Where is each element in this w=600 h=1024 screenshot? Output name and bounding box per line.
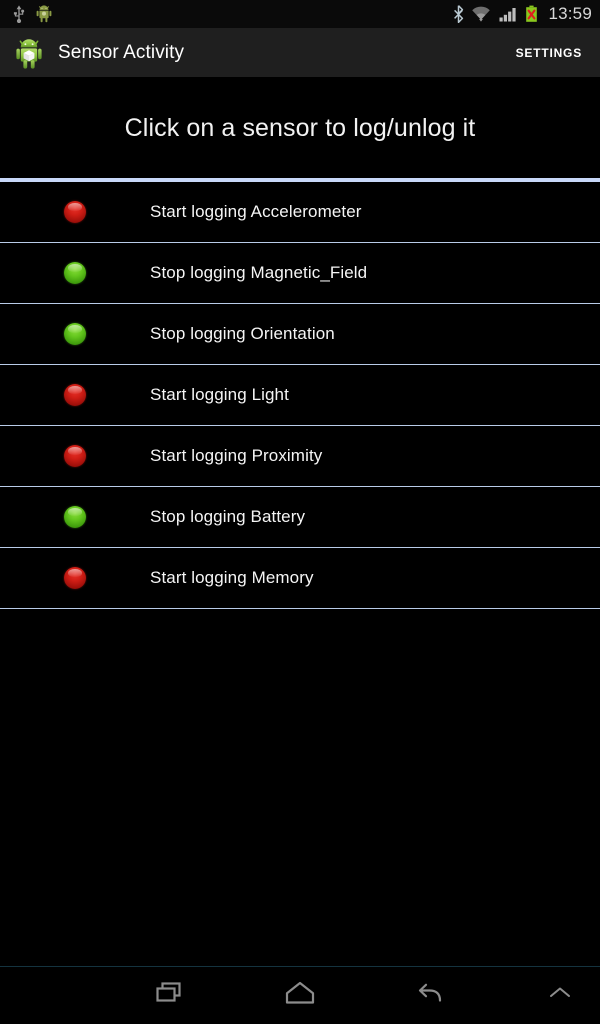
sensor-row[interactable]: Start logging Proximity <box>0 426 600 487</box>
page-title: Sensor Activity <box>58 41 185 63</box>
status-bar: 13:59 <box>0 0 600 28</box>
bluetooth-icon <box>453 5 464 23</box>
android-screen: 13:59 Sensor Activity SETTINGS Click on … <box>0 0 600 1024</box>
wifi-icon <box>471 5 491 23</box>
instruction-header: Click on a sensor to log/unlog it <box>0 78 600 178</box>
led-indicator-red <box>64 384 86 406</box>
system-navigation-bar <box>0 966 600 1024</box>
sensor-row-label: Start logging Memory <box>150 568 314 587</box>
status-bar-clock: 13:59 <box>548 4 592 23</box>
sensor-row[interactable]: Stop logging Orientation <box>0 304 600 365</box>
led-indicator-green <box>64 262 86 284</box>
sensor-status-cell <box>0 262 150 284</box>
back-button[interactable] <box>387 967 473 1024</box>
sensor-row-label: Stop logging Orientation <box>150 324 335 343</box>
sensor-row-label: Start logging Light <box>150 385 289 404</box>
sensor-status-cell <box>0 567 150 589</box>
sensor-status-cell <box>0 384 150 406</box>
sensor-row-label: Stop logging Magnetic_Field <box>150 263 368 282</box>
cellular-signal-icon <box>498 5 518 23</box>
usb-icon <box>12 5 26 23</box>
back-icon <box>415 980 445 1011</box>
sensor-row-label: Stop logging Battery <box>150 507 306 526</box>
sensor-status-cell <box>0 323 150 345</box>
main-content: Click on a sensor to log/unlog it Start … <box>0 78 600 966</box>
sensor-row[interactable]: Start logging Memory <box>0 548 600 609</box>
android-debug-icon <box>36 5 52 23</box>
led-indicator-red <box>64 445 86 467</box>
sensor-row[interactable]: Start logging Light <box>0 365 600 426</box>
sensor-row[interactable]: Stop logging Magnetic_Field <box>0 243 600 304</box>
recents-icon <box>155 980 185 1011</box>
sensor-status-cell <box>0 201 150 223</box>
chevron-up-icon <box>545 983 575 1008</box>
sensor-status-cell <box>0 506 150 528</box>
sensor-status-cell <box>0 445 150 467</box>
led-indicator-red <box>64 567 86 589</box>
recents-button[interactable] <box>127 967 213 1024</box>
battery-icon <box>525 5 538 23</box>
action-bar: Sensor Activity SETTINGS <box>0 28 600 78</box>
android-robot-icon <box>12 36 46 70</box>
expand-button[interactable] <box>517 967 600 1024</box>
led-indicator-red <box>64 201 86 223</box>
status-bar-left-icons <box>12 5 52 23</box>
led-indicator-green <box>64 323 86 345</box>
sensor-row-label: Start logging Accelerometer <box>150 202 362 221</box>
led-indicator-green <box>64 506 86 528</box>
home-button[interactable] <box>257 967 343 1024</box>
instruction-text: Click on a sensor to log/unlog it <box>124 113 476 142</box>
home-icon <box>284 980 316 1011</box>
sensor-row[interactable]: Start logging Accelerometer <box>0 182 600 243</box>
sensor-row-label: Start logging Proximity <box>150 446 323 465</box>
sensor-row[interactable]: Stop logging Battery <box>0 487 600 548</box>
status-bar-right-icons: 13:59 <box>453 4 592 24</box>
settings-button[interactable]: SETTINGS <box>512 40 586 66</box>
sensor-list: Start logging Accelerometer Stop logging … <box>0 182 600 609</box>
empty-list-area <box>0 609 600 966</box>
